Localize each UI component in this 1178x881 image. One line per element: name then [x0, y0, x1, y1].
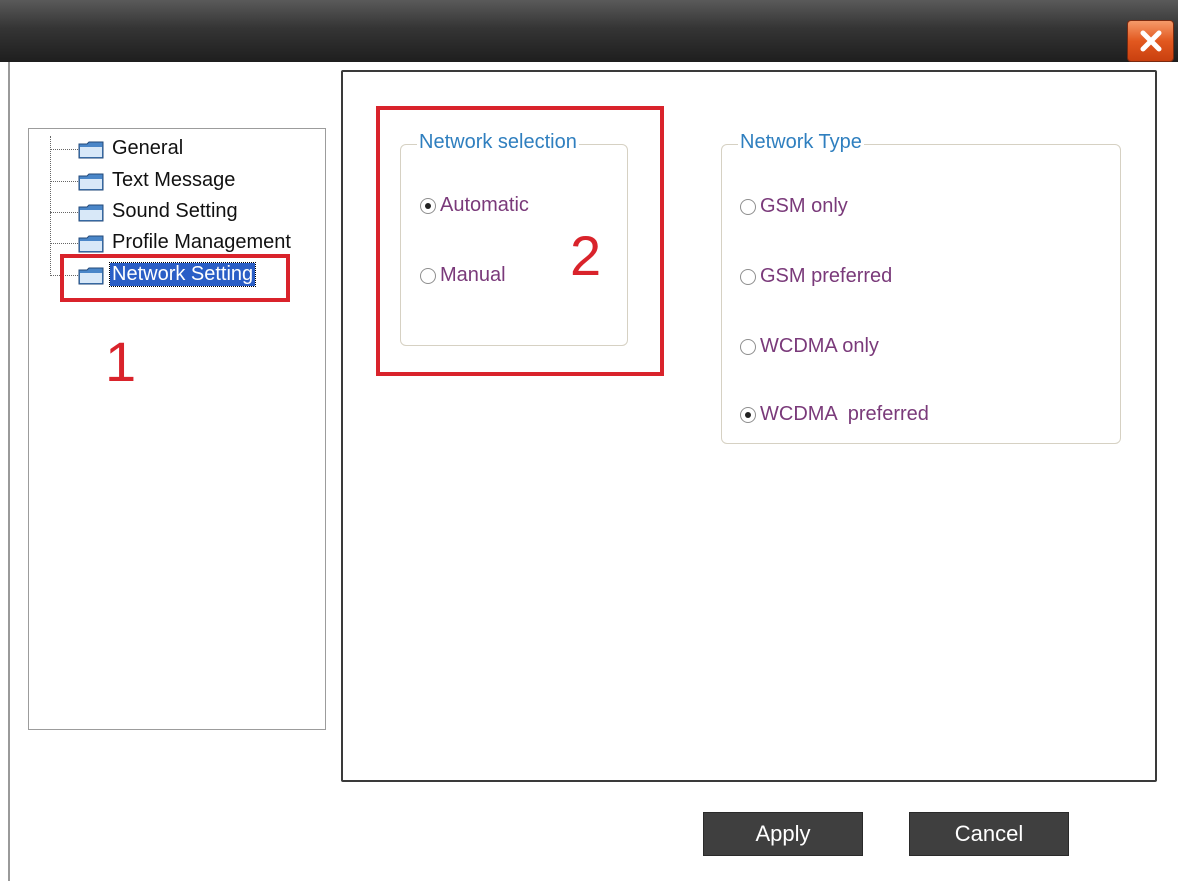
radio-button[interactable]	[740, 338, 756, 355]
title-bar	[0, 0, 1178, 62]
network-type-title: Network Type	[738, 131, 864, 154]
radio-wcdma-preferred[interactable]: WCDMA preferred	[740, 403, 929, 426]
annotation-box-2	[376, 106, 664, 376]
tree-item-label: Text Message	[112, 169, 236, 191]
tree-connector	[50, 149, 78, 150]
tree-item-label: Profile Management	[112, 231, 291, 253]
annotation-number-1: 1	[105, 330, 137, 393]
radio-selected-dot	[745, 411, 751, 418]
radio-wcdma-only[interactable]: WCDMA only	[740, 335, 879, 358]
radio-label: GSM preferred	[760, 265, 893, 287]
radio-label: WCDMA only	[760, 335, 879, 357]
network-type-group: Network Type	[721, 131, 1121, 444]
tree-guide-line	[50, 136, 51, 276]
radio-label: WCDMA preferred	[760, 403, 929, 425]
folder-icon	[78, 141, 104, 159]
tree-connector	[50, 181, 78, 182]
folder-icon	[78, 173, 104, 191]
radio-button[interactable]	[740, 198, 756, 215]
apply-button[interactable]: Apply	[703, 812, 863, 856]
radio-label: GSM only	[760, 195, 848, 217]
folder-icon	[78, 235, 104, 253]
tree-connector	[50, 212, 78, 213]
close-icon	[1140, 30, 1161, 52]
tree-connector	[50, 243, 78, 244]
radio-gsm-preferred[interactable]: GSM preferred	[740, 265, 892, 288]
annotation-number-2: 2	[570, 224, 602, 287]
tree-item-label: Sound Setting	[112, 200, 238, 222]
radio-button[interactable]	[740, 268, 756, 285]
close-button[interactable]	[1127, 20, 1174, 62]
cancel-button[interactable]: Cancel	[909, 812, 1069, 856]
folder-icon	[78, 204, 104, 222]
tree-item-label: General	[112, 137, 184, 159]
annotation-box-1	[60, 254, 290, 302]
radio-button[interactable]	[740, 406, 756, 423]
radio-gsm-only[interactable]: GSM only	[740, 195, 848, 218]
